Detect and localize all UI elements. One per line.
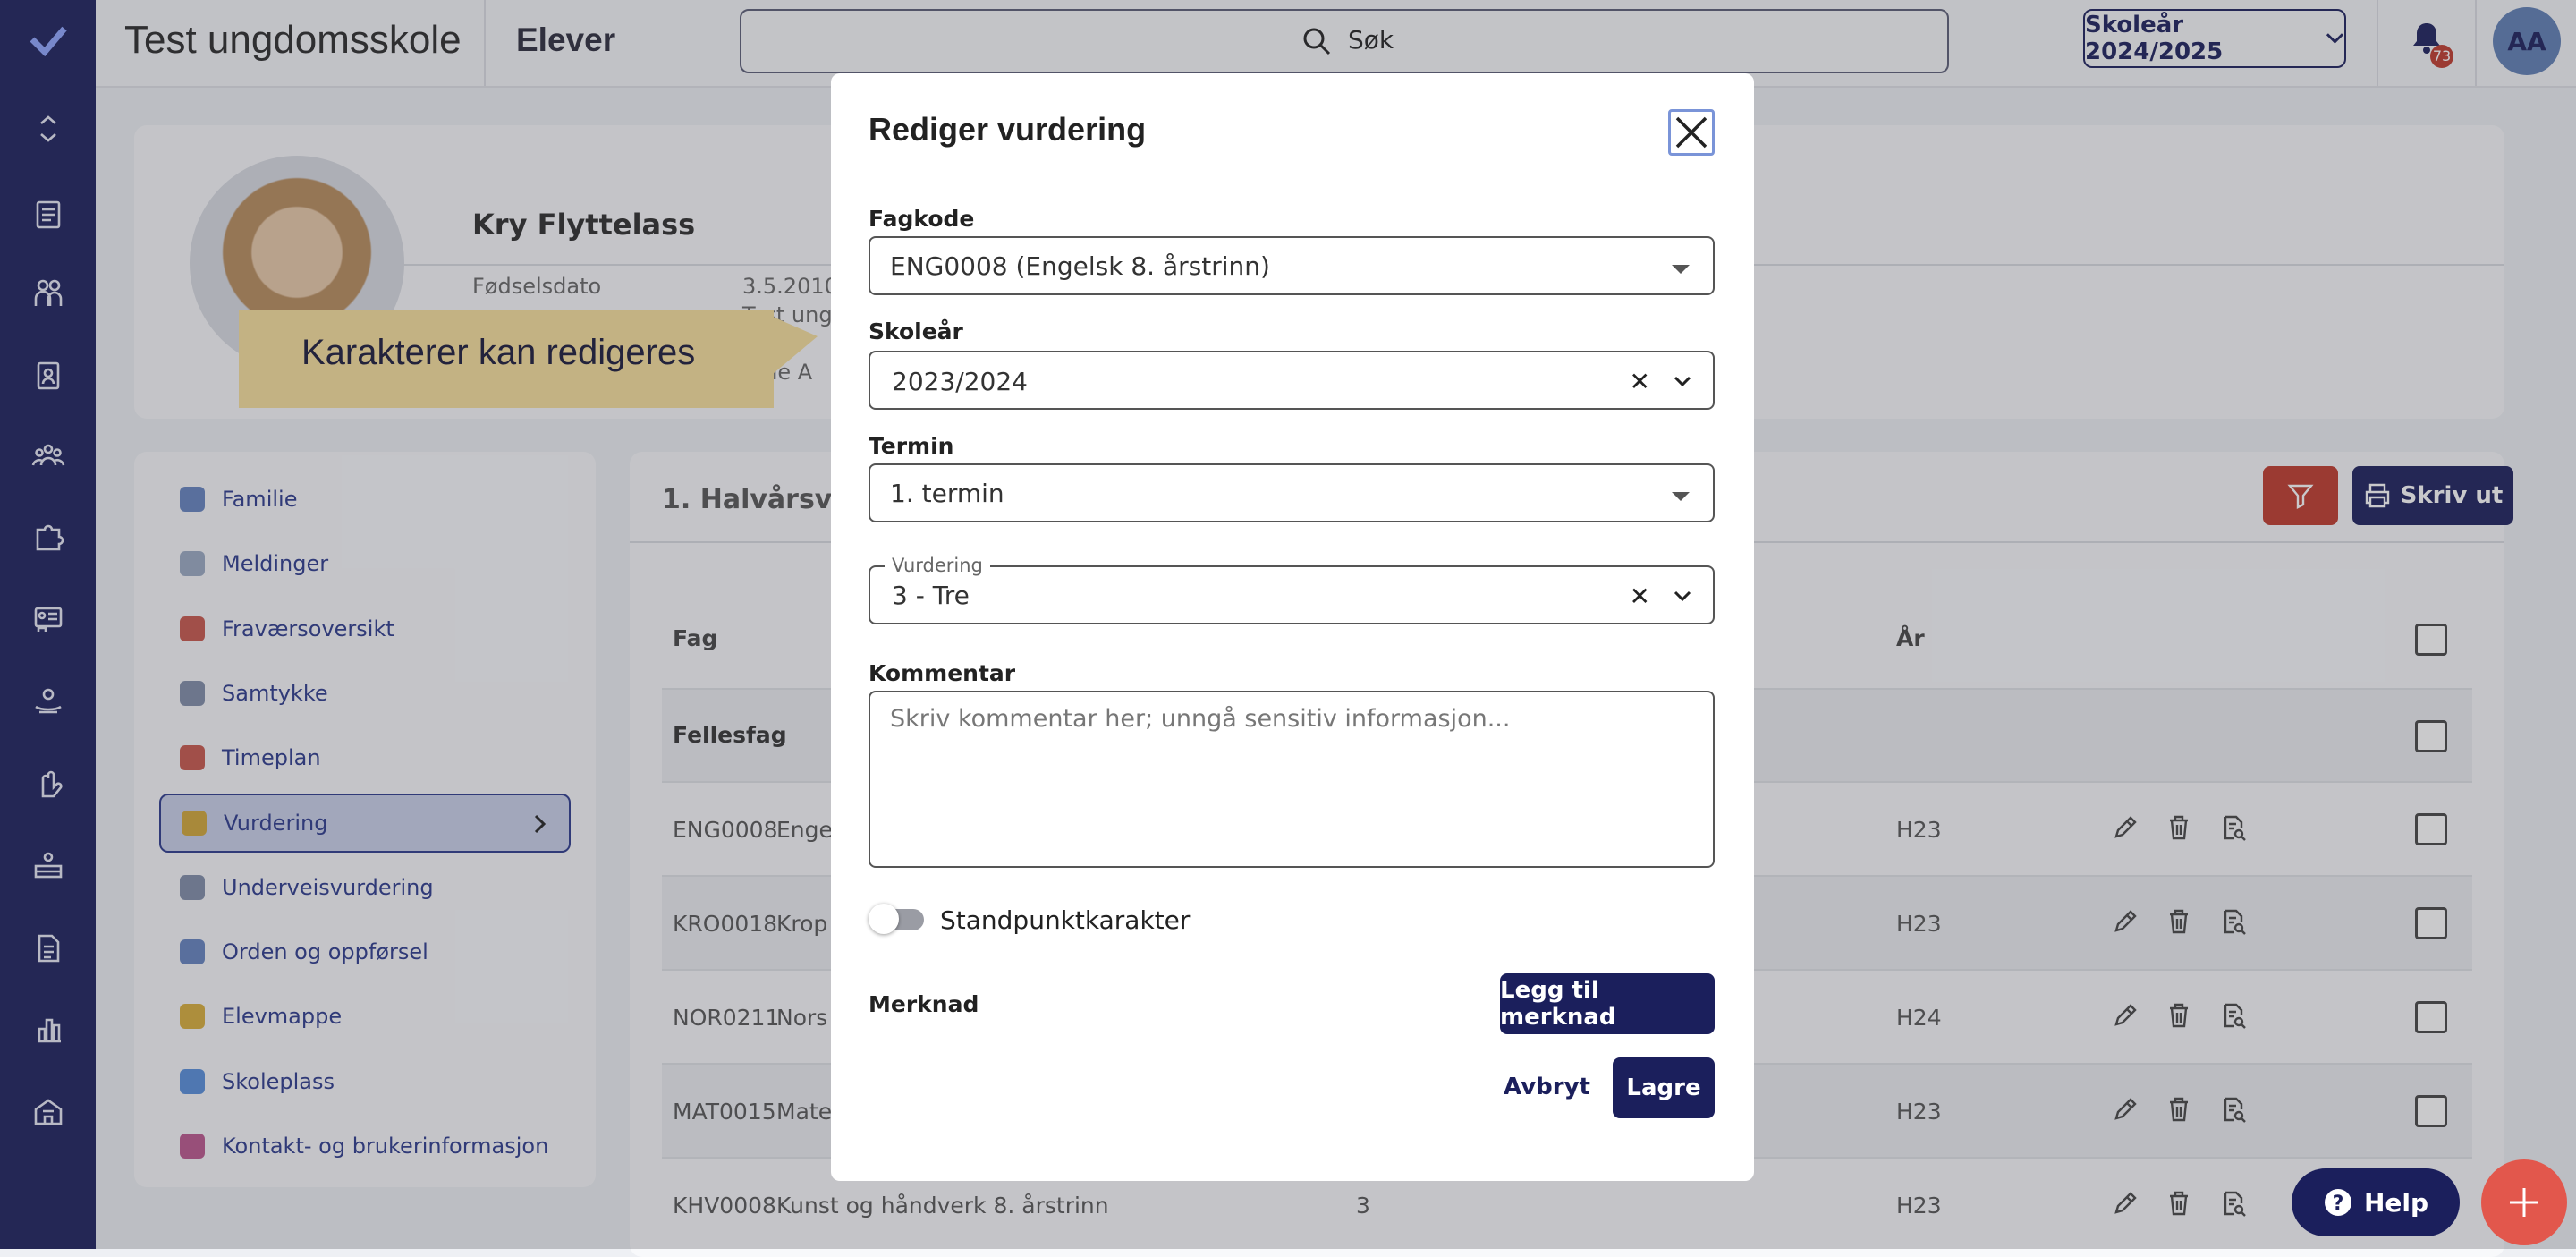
termin-select[interactable]: 1. termin — [869, 463, 1715, 522]
clear-icon[interactable]: ✕ — [1630, 582, 1650, 611]
help-label: Help — [2363, 1187, 2429, 1218]
fagkode-value: ENG0008 (Engelsk 8. årstrinn) — [890, 251, 1270, 281]
plus-icon — [2510, 1188, 2538, 1217]
skolear-value: 2023/2024 — [892, 367, 1028, 396]
svg-text:?: ? — [2333, 1193, 2344, 1215]
chevron-down-icon[interactable] — [1672, 585, 1693, 607]
edit-assessment-dialog: Rediger vurdering Fagkode ENG0008 (Engel… — [831, 73, 1754, 1181]
vurdering-value: 3 - Tre — [892, 581, 970, 610]
toggle-knob — [869, 904, 899, 934]
fagkode-label: Fagkode — [869, 206, 975, 232]
add-merknad-button[interactable]: Legg til merknad — [1500, 973, 1715, 1034]
termin-value: 1. termin — [890, 479, 1004, 508]
add-fab-button[interactable] — [2481, 1159, 2567, 1245]
kommentar-label: Kommentar — [869, 660, 1016, 686]
close-icon — [1675, 116, 1707, 149]
question-icon: ? — [2324, 1189, 2351, 1216]
merknad-label: Merknad — [869, 991, 979, 1017]
dropdown-caret-icon — [1672, 265, 1690, 274]
help-button[interactable]: ? Help — [2292, 1168, 2460, 1236]
dialog-title: Rediger vurdering — [869, 111, 1147, 148]
close-button[interactable] — [1668, 109, 1715, 156]
kommentar-textarea[interactable]: Skriv kommentar her; unngå sensitiv info… — [869, 691, 1715, 868]
dropdown-caret-icon — [1672, 492, 1690, 501]
standpunkt-toggle[interactable] — [869, 904, 926, 934]
vurdering-select[interactable]: Vurdering 3 - Tre ✕ — [869, 555, 1715, 624]
save-button[interactable]: Lagre — [1613, 1057, 1715, 1118]
skolear-select[interactable]: 2023/2024 ✕ — [869, 351, 1715, 410]
standpunkt-label: Standpunktkarakter — [940, 905, 1191, 935]
clear-icon[interactable]: ✕ — [1630, 367, 1650, 396]
fagkode-select[interactable]: ENG0008 (Engelsk 8. årstrinn) — [869, 236, 1715, 295]
cancel-button[interactable]: Avbryt — [1504, 1074, 1590, 1100]
termin-label: Termin — [869, 433, 954, 459]
chevron-down-icon[interactable] — [1672, 370, 1693, 392]
vurdering-label: Vurdering — [885, 555, 990, 576]
skolear-label: Skoleår — [869, 318, 963, 344]
